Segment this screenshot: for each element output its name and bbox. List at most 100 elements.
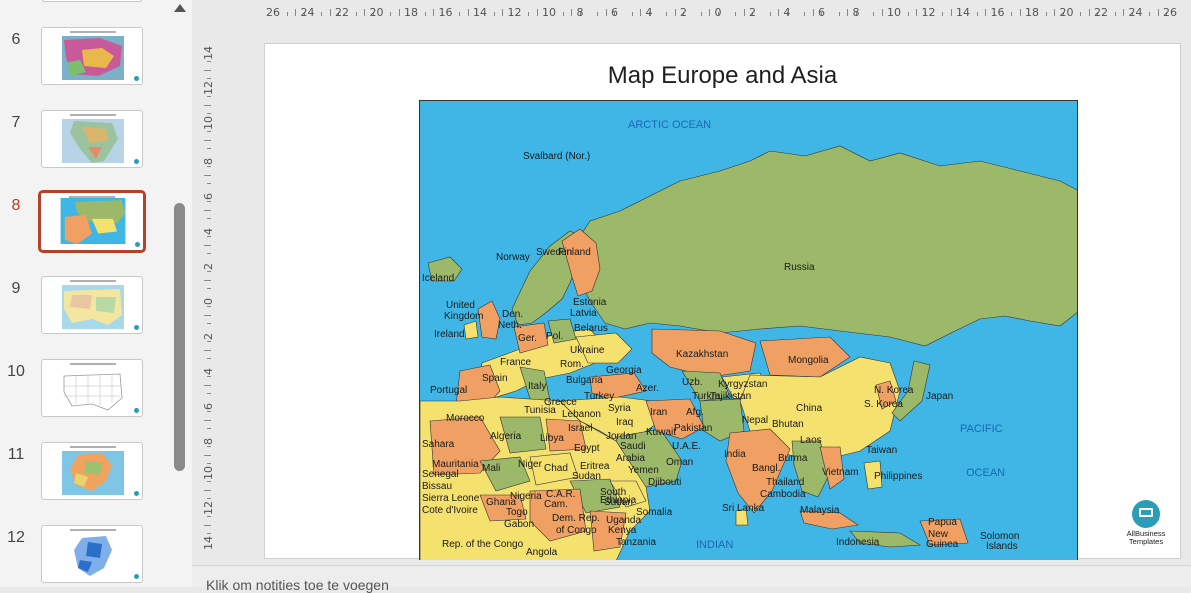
- country-label: Sudan: [604, 497, 633, 508]
- slide-thumbnail-row-10[interactable]: 10: [0, 359, 170, 421]
- country-label: Eritrea: [580, 461, 610, 472]
- ruler-number: 0: [202, 298, 215, 305]
- europe-asia-map[interactable]: ARCTIC OCEAN PACIFIC OCEAN INDIAN Svalba…: [419, 100, 1078, 560]
- country-label: France: [500, 357, 532, 368]
- ruler-tick: [207, 515, 211, 517]
- country-label: Thailand: [766, 477, 805, 488]
- ruler-number: 4: [783, 6, 791, 19]
- ruler-tick: [1114, 12, 1116, 16]
- ruler-tick: [207, 253, 211, 255]
- slide-thumbnail-pane: 6 7 8 9 10 11 12: [0, 0, 192, 587]
- ruler-number: 10: [202, 116, 215, 130]
- ruler-tick: [1080, 12, 1082, 16]
- ruler-tick: [204, 489, 211, 491]
- notes-pane[interactable]: Klik om notities toe te voegen: [192, 565, 1191, 593]
- ruler-number: 22: [335, 6, 349, 19]
- slide-number: 7: [11, 114, 21, 131]
- slide-thumbnail-11[interactable]: [41, 442, 143, 500]
- ruler-number: 26: [266, 6, 280, 19]
- ruler-tick: [207, 270, 211, 272]
- slide-title[interactable]: Map Europe and Asia: [265, 62, 1180, 90]
- slide-thumbnail-row-6[interactable]: 6: [0, 27, 170, 89]
- slide-number: 10: [7, 363, 25, 380]
- ruler-tick: [605, 9, 607, 16]
- ruler-number: 12: [202, 81, 215, 95]
- slide-thumbnail-row-8[interactable]: 8: [0, 190, 170, 255]
- ruler-tick: [207, 305, 211, 307]
- logo-icon: [135, 242, 140, 247]
- ruler-tick: [204, 384, 211, 386]
- ruler-tick: [207, 288, 211, 290]
- ruler-tick: [398, 9, 400, 16]
- scroll-up-arrow-icon[interactable]: [174, 4, 186, 12]
- country-label: Uzb.: [682, 377, 703, 388]
- logo-icon: [134, 408, 139, 413]
- ruler-tick: [493, 12, 495, 16]
- vertical-ruler[interactable]: 14 12 10 8 6 4 2 0 2 4 6 8 10 12 14: [198, 44, 218, 559]
- notes-placeholder[interactable]: Klik om notities toe te voegen: [206, 577, 389, 593]
- country-label: Pakistan: [674, 423, 713, 434]
- country-label: Algeria: [490, 431, 522, 442]
- country-label: Syria: [608, 403, 631, 414]
- ruler-tick: [847, 9, 849, 16]
- country-label: Tajikistan: [710, 391, 752, 402]
- slide-thumbnail-9[interactable]: [41, 276, 143, 334]
- slide-thumbnail-7[interactable]: [41, 110, 143, 168]
- ruler-tick: [204, 104, 211, 106]
- ruler-tick: [207, 498, 211, 500]
- slide-thumbnail-row-11[interactable]: 11: [0, 442, 170, 504]
- country-label: Georgia: [606, 365, 642, 376]
- ruler-number: 20: [369, 6, 384, 19]
- ruler-tick: [207, 165, 211, 167]
- country-label: of Congo: [556, 525, 597, 536]
- ruler-tick: [207, 340, 211, 342]
- slide-thumbnail-row-12[interactable]: 12: [0, 525, 170, 587]
- ruler-tick: [204, 419, 211, 421]
- thumbnail-scrollbar[interactable]: [170, 0, 190, 587]
- ruler-tick: [207, 533, 211, 535]
- ruler-tick: [976, 12, 978, 16]
- country-label: Bulgaria: [566, 375, 603, 386]
- ruler-tick: [674, 9, 676, 16]
- country-label: Sudan: [572, 471, 601, 482]
- ruler-number: 16: [438, 6, 453, 19]
- country-label: Sri Lanka: [722, 503, 765, 514]
- slide-thumbnail-8-selected[interactable]: [38, 190, 146, 253]
- country-label: Somalia: [636, 507, 673, 518]
- country-label: Saudi: [620, 441, 646, 452]
- slide-thumbnail-12[interactable]: [41, 525, 143, 583]
- slide-thumbnail-5-partial[interactable]: [42, 0, 142, 2]
- country-label: Cote d'Ivoire: [422, 505, 478, 516]
- ruler-number: 18: [1025, 6, 1039, 19]
- map-thumbnail-image: [62, 368, 124, 412]
- slide-canvas[interactable]: Map Europe and Asia ARCTIC OCEAN PACIFIC…: [264, 43, 1181, 560]
- slide-thumbnail-row-9[interactable]: 9: [0, 276, 170, 338]
- country-label: Bhutan: [772, 419, 804, 430]
- scrollbar-thumb[interactable]: [174, 203, 185, 471]
- slide-thumbnail-10[interactable]: [41, 359, 143, 417]
- slide-thumbnail-row-7[interactable]: 7: [0, 110, 170, 172]
- country-label: Ger.: [518, 333, 537, 344]
- country-label: Portugal: [430, 385, 468, 396]
- country-label: Kazakhstan: [676, 349, 729, 360]
- ruler-number: 10: [202, 466, 215, 480]
- ruler-tick: [1054, 9, 1056, 16]
- ruler-number: 2: [202, 333, 215, 340]
- ruler-number: 12: [202, 501, 215, 515]
- country-label: Pol.: [546, 331, 564, 342]
- country-label: Egypt: [574, 443, 600, 454]
- logo-icon: [134, 325, 139, 330]
- country-label: Ireland: [434, 329, 465, 340]
- map-thumbnail-image: [62, 451, 124, 495]
- ruler-tick: [207, 235, 211, 237]
- ruler-number: 6: [611, 6, 618, 19]
- ruler-tick: [631, 12, 633, 16]
- ruler-tick: [286, 12, 288, 16]
- ruler-tick: [204, 174, 211, 176]
- ruler-number: 20: [1059, 6, 1074, 19]
- ruler-number: 8: [202, 158, 215, 165]
- country-label: Niger: [518, 459, 542, 470]
- country-label: C.A.R.: [546, 489, 576, 500]
- slide-thumbnail-6[interactable]: [41, 27, 143, 85]
- horizontal-ruler[interactable]: 26 24 22 20 18 16 14 12 10 8 6 4 2 0 2 4 6 8 10 12 14 16 18 20 2…: [264, 3, 1182, 23]
